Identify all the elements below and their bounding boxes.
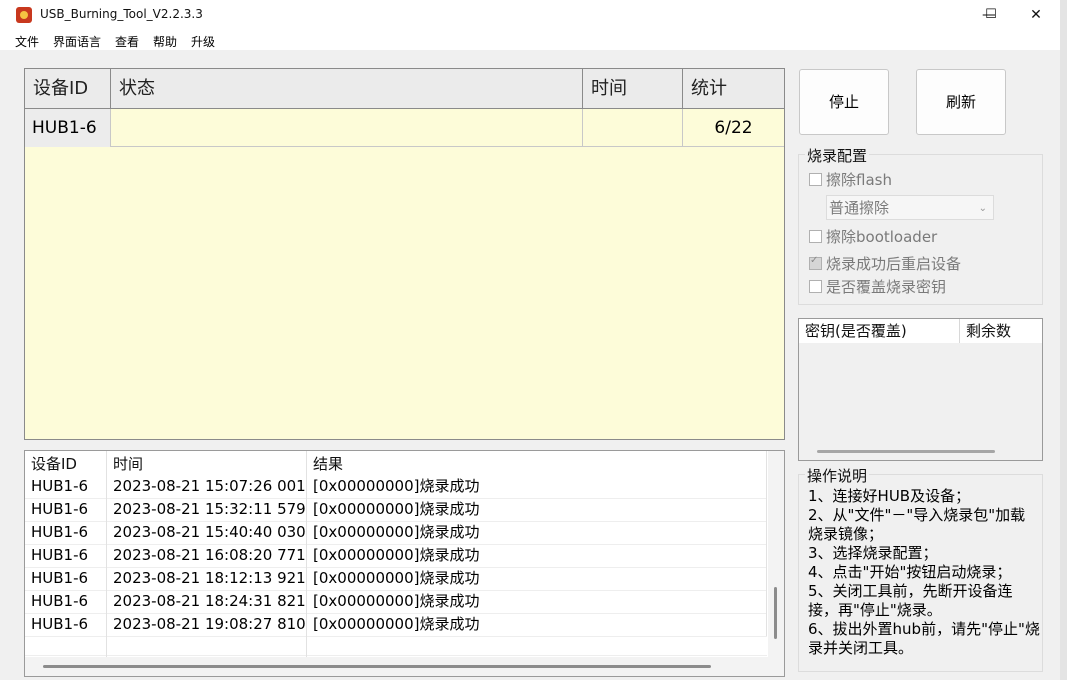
menu-file[interactable]: 文件 bbox=[15, 33, 39, 50]
title-bar[interactable]: USB_Burning_Tool_V2.2.3.3 — ☐ ✕ bbox=[0, 0, 1060, 30]
key-table[interactable]: 密钥(是否覆盖) 剩余数 bbox=[798, 318, 1043, 461]
log-time-cell: 2023-08-21 15:40:40 030 bbox=[107, 521, 307, 544]
log-time-cell: 2023-08-21 18:12:13 921 bbox=[107, 567, 307, 590]
instruction-line: 1、连接好HUB及设备； bbox=[808, 487, 971, 505]
instruction-line: 6、拔出外置hub前，请先"停止"烧录并关闭工具。 bbox=[808, 620, 1040, 657]
device-table-header: 设备ID 状态 时间 统计 bbox=[25, 69, 784, 109]
instructions-title: 操作说明 bbox=[805, 465, 870, 486]
log-result-cell: [0x00000000]烧录成功 bbox=[307, 521, 767, 544]
burn-config-title: 烧录配置 bbox=[805, 145, 870, 166]
instruction-line: 2、从"文件"－"导入烧录包"加载烧录镜像； bbox=[808, 506, 1026, 543]
empty-log-row bbox=[25, 636, 767, 659]
window-right-edge bbox=[1060, 0, 1067, 680]
log-device-id-cell: HUB1-6 bbox=[25, 498, 107, 521]
erase-bootloader-box[interactable] bbox=[809, 230, 822, 243]
log-row[interactable]: HUB1-6 2023-08-21 15:32:11 579 [0x00000000… bbox=[25, 498, 767, 522]
erase-flash-checkbox[interactable]: 擦除flash bbox=[809, 169, 892, 190]
log-header-device-id[interactable]: 设备ID bbox=[25, 451, 107, 475]
header-time[interactable]: 时间 bbox=[583, 69, 683, 109]
log-time-cell: 2023-08-21 19:08:27 810 bbox=[107, 613, 307, 636]
log-vscroll-track[interactable] bbox=[768, 451, 784, 657]
header-device-id[interactable]: 设备ID bbox=[25, 69, 111, 109]
log-time-cell: 2023-08-21 18:24:31 821 bbox=[107, 590, 307, 613]
instructions-text: 1、连接好HUB及设备； 2、从"文件"－"导入烧录包"加载烧录镜像； 3、选择… bbox=[808, 487, 1040, 658]
maximize-button[interactable]: ☐ bbox=[968, 0, 1014, 30]
device-status-cell bbox=[111, 109, 583, 147]
key-table-header: 密钥(是否覆盖) 剩余数 bbox=[799, 319, 1042, 343]
log-row[interactable]: HUB1-6 2023-08-21 18:12:13 921 [0x00000000… bbox=[25, 567, 767, 591]
log-result-cell: [0x00000000]烧录成功 bbox=[307, 544, 767, 567]
header-remaining[interactable]: 剩余数 bbox=[960, 319, 1042, 343]
log-time-cell: 2023-08-21 16:08:20 771 bbox=[107, 544, 307, 567]
log-vscroll-thumb[interactable] bbox=[774, 587, 777, 639]
log-result-cell: [0x00000000]烧录成功 bbox=[307, 613, 767, 636]
log-row[interactable]: HUB1-6 2023-08-21 15:40:40 030 [0x00000000… bbox=[25, 521, 767, 545]
device-row[interactable]: HUB1-6 6/22 bbox=[25, 109, 784, 147]
overwrite-key-label: 是否覆盖烧录密钥 bbox=[826, 278, 947, 296]
chevron-down-icon: ⌄ bbox=[978, 203, 987, 214]
log-row[interactable]: HUB1-6 2023-08-21 19:08:27 810 [0x00000000… bbox=[25, 613, 767, 637]
device-count-cell: 6/22 bbox=[714, 118, 753, 138]
log-device-id-cell: HUB1-6 bbox=[25, 475, 107, 498]
device-id-cell: HUB1-6 bbox=[25, 109, 111, 147]
menu-upgrade[interactable]: 升级 bbox=[191, 33, 215, 50]
window-title: USB_Burning_Tool_V2.2.3.3 bbox=[40, 7, 203, 21]
stop-button[interactable]: 停止 bbox=[799, 69, 889, 135]
log-hscroll-track[interactable] bbox=[25, 657, 784, 676]
log-result-cell: [0x00000000]烧录成功 bbox=[307, 567, 767, 590]
log-device-id-cell: HUB1-6 bbox=[25, 544, 107, 567]
log-result-cell: [0x00000000]烧录成功 bbox=[307, 590, 767, 613]
reboot-after-label: 烧录成功后重启设备 bbox=[826, 255, 962, 273]
app-icon bbox=[16, 7, 32, 23]
log-device-id-cell: HUB1-6 bbox=[25, 613, 107, 636]
log-device-id-cell: HUB1-6 bbox=[25, 590, 107, 613]
menu-bar: 文件 界面语言 查看 帮助 升级 bbox=[0, 30, 1060, 50]
log-device-id-cell: HUB1-6 bbox=[25, 567, 107, 590]
header-status[interactable]: 状态 bbox=[111, 69, 583, 109]
refresh-button[interactable]: 刷新 bbox=[916, 69, 1006, 135]
log-result-cell: [0x00000000]烧录成功 bbox=[307, 498, 767, 521]
instruction-line: 4、点击"开始"按钮启动烧录； bbox=[808, 563, 1012, 581]
overwrite-key-box[interactable] bbox=[809, 280, 822, 293]
reboot-after-checkbox[interactable]: 烧录成功后重启设备 bbox=[809, 253, 961, 274]
log-hscroll-thumb[interactable] bbox=[43, 665, 711, 668]
device-table[interactable]: 设备ID 状态 时间 统计 HUB1-6 6/22 bbox=[24, 68, 785, 440]
log-result-cell: [0x00000000]烧录成功 bbox=[307, 475, 767, 498]
menu-language[interactable]: 界面语言 bbox=[53, 33, 101, 50]
menu-help[interactable]: 帮助 bbox=[153, 33, 177, 50]
header-count[interactable]: 统计 bbox=[683, 69, 784, 109]
log-row[interactable]: HUB1-6 2023-08-21 16:08:20 771 [0x00000000… bbox=[25, 544, 767, 568]
log-header-time[interactable]: 时间 bbox=[107, 451, 307, 475]
erase-mode-value: 普通擦除 bbox=[829, 199, 890, 217]
key-table-hscrollbar[interactable] bbox=[817, 450, 995, 453]
log-time-cell: 2023-08-21 15:07:26 001 bbox=[107, 475, 307, 498]
instruction-line: 3、选择烧录配置； bbox=[808, 544, 938, 562]
close-button[interactable]: ✕ bbox=[1013, 0, 1059, 30]
erase-bootloader-label: 擦除bootloader bbox=[826, 228, 938, 246]
empty-cell bbox=[107, 636, 307, 659]
device-time-cell bbox=[583, 109, 683, 147]
empty-cell bbox=[25, 636, 107, 659]
erase-flash-label: 擦除flash bbox=[826, 171, 892, 189]
log-header-result[interactable]: 结果 bbox=[307, 451, 767, 475]
overwrite-key-checkbox[interactable]: 是否覆盖烧录密钥 bbox=[809, 276, 946, 297]
erase-bootloader-checkbox[interactable]: 擦除bootloader bbox=[809, 226, 937, 247]
log-time-cell: 2023-08-21 15:32:11 579 bbox=[107, 498, 307, 521]
reboot-after-box[interactable] bbox=[809, 255, 822, 270]
header-key[interactable]: 密钥(是否覆盖) bbox=[799, 319, 960, 343]
log-table[interactable]: 设备ID 时间 结果 HUB1-6 2023-08-21 15:07:26 001… bbox=[24, 450, 785, 677]
log-row[interactable]: HUB1-6 2023-08-21 15:07:26 001 [0x00000000… bbox=[25, 475, 767, 499]
log-row[interactable]: HUB1-6 2023-08-21 18:24:31 821 [0x00000000… bbox=[25, 590, 767, 614]
menu-view[interactable]: 查看 bbox=[115, 33, 139, 50]
instruction-line: 5、关闭工具前，先断开设备连接，再"停止"烧录。 bbox=[808, 582, 1013, 619]
log-device-id-cell: HUB1-6 bbox=[25, 521, 107, 544]
erase-flash-box[interactable] bbox=[809, 173, 822, 186]
erase-mode-select[interactable]: 普通擦除 ⌄ bbox=[826, 195, 994, 220]
